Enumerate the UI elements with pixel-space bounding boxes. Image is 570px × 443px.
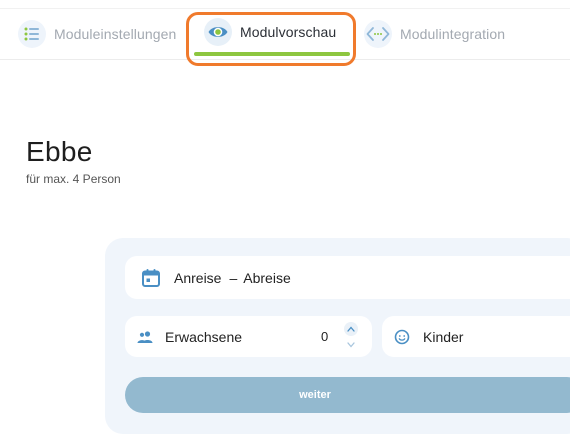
adults-count: 0 — [321, 329, 329, 344]
children-field[interactable]: Kinder — [382, 316, 570, 357]
page-subtitle: für max. 4 Person — [26, 172, 121, 186]
tab-modulvorschau[interactable]: Modulvorschau — [204, 16, 336, 48]
date-range-field[interactable]: Anreise – Abreise — [125, 256, 570, 299]
departure-label: Abreise — [243, 269, 291, 286]
children-label: Kinder — [423, 328, 464, 345]
active-tab-indicator — [194, 52, 350, 56]
tab-label: Modulintegration — [400, 26, 506, 42]
adults-label: Erwachsene — [165, 328, 243, 345]
page-title: Ebbe — [26, 136, 93, 167]
adults-stepper[interactable] — [343, 322, 359, 352]
date-separator: – — [229, 269, 238, 286]
tab-label: Moduleinstellungen — [54, 26, 177, 42]
module-tab-bar: Moduleinstellungen Modulvorschau Modulin… — [0, 0, 570, 66]
code-icon — [364, 20, 392, 48]
calendar-icon — [141, 268, 161, 288]
tab-moduleinstellungen[interactable]: Moduleinstellungen — [18, 18, 176, 50]
chevron-up-icon[interactable] — [344, 322, 358, 336]
eye-icon — [204, 18, 232, 46]
arrival-label: Anreise — [174, 269, 222, 286]
weiter-button[interactable]: weiter — [125, 377, 570, 413]
top-divider — [0, 8, 570, 9]
list-icon — [18, 20, 46, 48]
child-face-icon — [394, 329, 410, 345]
adults-field[interactable]: Erwachsene 0 — [125, 316, 372, 357]
chevron-down-icon[interactable] — [344, 338, 358, 352]
tab-label: Modulvorschau — [240, 24, 337, 40]
tab-modulintegration[interactable]: Modulintegration — [364, 18, 505, 50]
people-icon — [137, 329, 153, 345]
